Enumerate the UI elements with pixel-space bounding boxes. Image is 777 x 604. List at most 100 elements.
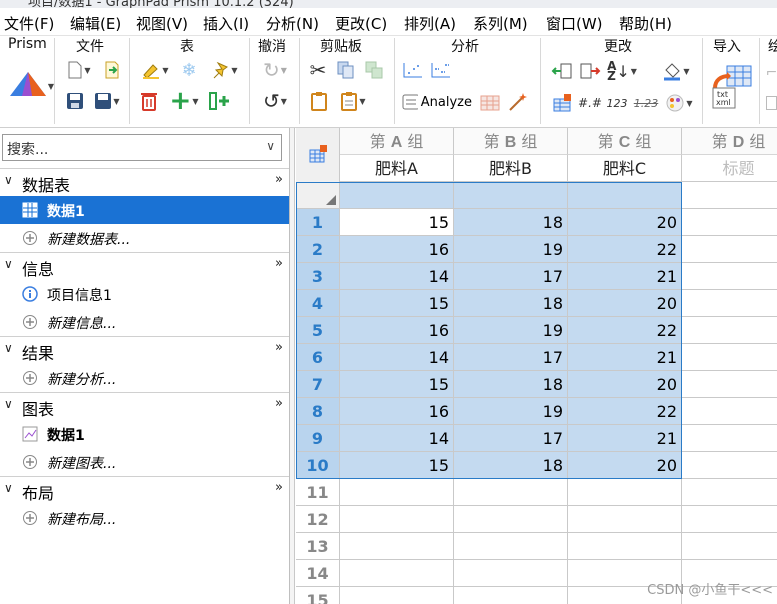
table-cell[interactable] <box>568 479 682 506</box>
chevron-down-icon[interactable]: ∨ <box>4 257 13 271</box>
copy-special-button[interactable] <box>362 60 386 80</box>
table-cell[interactable] <box>682 452 777 479</box>
sidebar-item[interactable]: 数据1 <box>0 196 289 224</box>
table-cell[interactable]: 21 <box>568 344 682 371</box>
table-corner[interactable] <box>296 128 340 182</box>
row-number[interactable]: 10 <box>296 452 340 479</box>
save-as-button[interactable]: ▼ <box>92 90 122 112</box>
save-button[interactable] <box>64 90 86 112</box>
menu-item[interactable]: 插入(I) <box>203 13 249 34</box>
delete-button[interactable] <box>137 90 161 112</box>
table-cell[interactable] <box>454 479 568 506</box>
column-analysis-button[interactable] <box>428 60 454 80</box>
import-button[interactable]: txt xml <box>708 62 754 112</box>
table-cell[interactable]: 20 <box>568 290 682 317</box>
row-number[interactable]: 6 <box>296 344 340 371</box>
expand-icon[interactable]: » <box>275 256 283 271</box>
table-cell[interactable] <box>682 371 777 398</box>
increase-decimal-button[interactable]: 123 <box>604 92 630 114</box>
column-name-cell[interactable]: 肥料A <box>340 155 454 182</box>
table-cell[interactable] <box>568 533 682 560</box>
row-number[interactable]: 2 <box>296 236 340 263</box>
table-cell[interactable]: 16 <box>340 236 454 263</box>
sidebar-section-0[interactable]: ∨ 数据表 » <box>0 168 289 195</box>
table-cell[interactable]: 19 <box>454 398 568 425</box>
column-group-header[interactable]: 第 D 组 <box>682 128 777 155</box>
expand-icon[interactable]: » <box>275 340 283 355</box>
column-group-header[interactable]: 第 A 组 <box>340 128 454 155</box>
table-cell[interactable]: 20 <box>568 371 682 398</box>
sort-button[interactable]: A Z ↓ ▼ <box>604 60 640 82</box>
subcolumn-corner[interactable] <box>296 182 340 209</box>
row-number[interactable]: 13 <box>296 533 340 560</box>
fill-color-button[interactable]: ▼ <box>656 60 696 82</box>
cut-button[interactable]: ✂ <box>306 58 330 82</box>
draw-line-button[interactable]: ⌐ <box>766 64 777 82</box>
table-cell[interactable]: 19 <box>454 317 568 344</box>
menu-item[interactable]: 编辑(E) <box>70 13 121 34</box>
pane-splitter[interactable] <box>290 128 295 604</box>
undo-button[interactable]: ↺ ▼ <box>256 89 294 113</box>
table-cell[interactable]: 18 <box>454 290 568 317</box>
table-cell[interactable] <box>454 533 568 560</box>
expand-icon[interactable]: » <box>275 172 283 187</box>
prism-logo-button[interactable]: ▼ <box>6 68 54 100</box>
row-number[interactable]: 5 <box>296 317 340 344</box>
table-cell[interactable]: 21 <box>568 425 682 452</box>
subcolumn-title-cell[interactable] <box>568 182 682 209</box>
table-cell[interactable]: 20 <box>568 452 682 479</box>
paste-button[interactable] <box>306 90 332 112</box>
sidebar-item[interactable]: 新建信息... <box>0 308 289 336</box>
sidebar-section-1[interactable]: ∨ 信息 » <box>0 252 289 279</box>
table-cell[interactable]: 17 <box>454 263 568 290</box>
table-cell[interactable]: 19 <box>454 236 568 263</box>
menu-item[interactable]: 帮助(H) <box>619 13 672 34</box>
row-number[interactable]: 9 <box>296 425 340 452</box>
table-cell[interactable]: 20 <box>568 209 682 236</box>
table-cell[interactable]: 14 <box>340 344 454 371</box>
table-cell[interactable]: 14 <box>340 425 454 452</box>
table-cell[interactable] <box>568 506 682 533</box>
menu-item[interactable]: 视图(V) <box>136 13 188 34</box>
decrease-decimal-button[interactable]: 1.23 <box>632 92 660 114</box>
menu-item[interactable]: 排列(A) <box>404 13 456 34</box>
row-number[interactable]: 11 <box>296 479 340 506</box>
analyze-button[interactable]: Analyze <box>402 90 472 114</box>
xy-analysis-button[interactable] <box>400 60 426 80</box>
wizard-button[interactable] <box>506 90 530 114</box>
freeze-button[interactable]: ❄ <box>178 60 200 81</box>
chevron-down-icon[interactable]: ∨ <box>266 139 275 153</box>
sidebar-item[interactable]: 新建数据表... <box>0 224 289 252</box>
menu-item[interactable]: 窗口(W) <box>546 13 603 34</box>
highlight-button[interactable]: ▼ <box>137 60 173 80</box>
table-cell[interactable] <box>340 479 454 506</box>
subcolumn-title-cell[interactable] <box>682 182 777 209</box>
table-cell[interactable]: 22 <box>568 398 682 425</box>
table-cell[interactable]: 17 <box>454 425 568 452</box>
subcolumn-title-cell[interactable] <box>454 182 568 209</box>
chevron-down-icon[interactable]: ∨ <box>4 397 13 411</box>
new-file-button[interactable]: ▼ <box>64 60 94 80</box>
subcolumn-title-cell[interactable] <box>340 182 454 209</box>
column-group-header[interactable]: 第 C 组 <box>568 128 682 155</box>
row-number[interactable]: 4 <box>296 290 340 317</box>
table-cell[interactable]: 21 <box>568 263 682 290</box>
table-cell[interactable]: 14 <box>340 263 454 290</box>
table-cell[interactable] <box>682 425 777 452</box>
table-cell[interactable]: 15 <box>340 209 454 236</box>
sidebar-item[interactable]: 新建布局... <box>0 504 289 532</box>
menu-item[interactable]: 更改(C) <box>335 13 387 34</box>
sidebar-section-4[interactable]: ∨ 布局 » <box>0 476 289 503</box>
redo-button[interactable]: ↻ ▼ <box>256 58 294 82</box>
table-cell[interactable] <box>682 290 777 317</box>
move-left-button[interactable] <box>550 60 574 82</box>
row-number[interactable]: 8 <box>296 398 340 425</box>
paste-special-button[interactable]: ▼ <box>336 90 370 112</box>
add-button[interactable]: + ▼ <box>166 88 202 114</box>
table-cell[interactable] <box>340 560 454 587</box>
table-cell[interactable] <box>340 533 454 560</box>
expand-icon[interactable]: » <box>275 480 283 495</box>
sidebar-section-3[interactable]: ∨ 图表 » <box>0 392 289 419</box>
sidebar-section-2[interactable]: ∨ 结果 » <box>0 336 289 363</box>
transform-button[interactable] <box>478 90 502 114</box>
